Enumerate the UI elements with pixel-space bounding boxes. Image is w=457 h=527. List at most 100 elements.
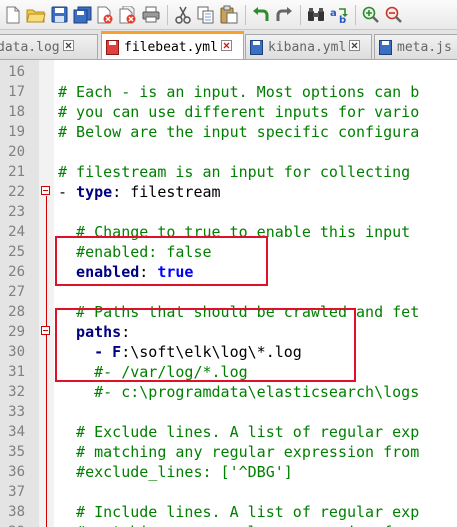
line-number: 28 xyxy=(8,304,25,320)
code-line[interactable]: 17 # Each - is an input. Most options can… xyxy=(0,82,457,102)
tab-kibana-yml[interactable]: kibana.yml xyxy=(245,34,372,59)
undo-icon[interactable] xyxy=(250,4,272,26)
code-text: # Paths that should be crawled and fet xyxy=(58,302,419,322)
code-line[interactable]: 16 xyxy=(0,62,457,82)
comment-token: # Paths that should be crawled and fet xyxy=(58,303,420,321)
line-number: 22 xyxy=(8,184,25,200)
code-line[interactable]: 38 # Include lines. A list of regular ex… xyxy=(0,502,457,522)
code-text: - type: filestream xyxy=(58,182,221,202)
code-text: #exclude_lines: ['^DBG'] xyxy=(58,462,293,482)
zoom-out-icon[interactable] xyxy=(383,4,405,26)
text-token: : filestream xyxy=(112,183,221,201)
code-line[interactable]: 24 # Change to true to enable this input xyxy=(0,222,457,242)
code-line[interactable]: 25 #enabled: false xyxy=(0,242,457,262)
line-number: 25 xyxy=(8,244,25,260)
line-number: 24 xyxy=(8,224,25,240)
tab-data-log[interactable]: data.log xyxy=(0,34,98,59)
tab-filebeat-yml[interactable]: filebeat.yml xyxy=(101,31,244,59)
line-number: 30 xyxy=(8,344,25,360)
paste-icon[interactable] xyxy=(218,4,240,26)
code-text: #enabled: false xyxy=(58,242,211,262)
print-icon[interactable] xyxy=(140,4,162,26)
code-line[interactable]: 23 xyxy=(0,202,457,222)
copy-icon[interactable] xyxy=(195,4,217,26)
code-line[interactable]: 18 # you can use different inputs for var… xyxy=(0,102,457,122)
line-number: 32 xyxy=(8,384,25,400)
code-line[interactable]: 37 xyxy=(0,482,457,502)
toolbar-separator xyxy=(300,4,301,25)
save-icon[interactable] xyxy=(48,4,70,26)
code-line[interactable]: 20 xyxy=(0,142,457,162)
line-number: 16 xyxy=(8,64,25,80)
redo-icon[interactable] xyxy=(273,4,295,26)
code-text: # matching any regular expression from xyxy=(58,522,419,527)
line-number: 37 xyxy=(8,484,25,500)
code-line[interactable]: 21 # filestream is an input for collectin… xyxy=(0,162,457,182)
code-line[interactable]: 31 #- /var/log/*.log xyxy=(0,362,457,382)
code-text: # Exclude lines. A list of regular exp xyxy=(58,422,419,442)
code-line[interactable]: 34 # Exclude lines. A list of regular ex… xyxy=(0,422,457,442)
code-text: # matching any regular expression from xyxy=(58,442,419,462)
key-token: enabled xyxy=(58,263,140,281)
code-line[interactable]: 35 # matching any regular expression fro… xyxy=(0,442,457,462)
comment-token: # you can use different inputs for vario xyxy=(58,103,420,121)
code-line[interactable]: 19 # Below are the input specific configu… xyxy=(0,122,457,142)
close-tab-icon[interactable] xyxy=(62,40,74,55)
line-number: 31 xyxy=(8,364,25,380)
line-number: 29 xyxy=(8,324,25,340)
tab-label: meta.js xyxy=(397,40,452,55)
line-number: 39 xyxy=(0,522,25,527)
key-token: - F xyxy=(94,343,122,361)
comment-token: # Include lines. A list of regular exp xyxy=(58,503,420,521)
line-number: 19 xyxy=(8,124,25,140)
find-icon[interactable] xyxy=(305,4,327,26)
comment-token: #- c:\programdata\elasticsearch\logs xyxy=(58,383,420,401)
toolbar-separator xyxy=(355,4,356,25)
replace-icon[interactable]: ab xyxy=(328,4,350,26)
code-text: #- /var/log/*.log xyxy=(58,362,248,382)
comment-token: #exclude_lines: ['^DBG'] xyxy=(58,463,293,481)
close-tab-icon[interactable] xyxy=(349,40,361,55)
text-token: : xyxy=(121,323,131,341)
code-line[interactable]: 36 #exclude_lines: ['^DBG'] xyxy=(0,462,457,482)
code-text: paths: xyxy=(58,322,130,342)
close-tab-icon[interactable] xyxy=(220,40,232,55)
cut-icon[interactable] xyxy=(172,4,194,26)
save-all-icon[interactable] xyxy=(71,4,93,26)
line-number: 26 xyxy=(8,264,25,280)
comment-token: #- /var/log/*.log xyxy=(58,363,248,381)
line-number: 33 xyxy=(8,404,25,420)
code-line[interactable]: 30 - F:\soft\elk\log\*.log xyxy=(0,342,457,362)
code-text: # Include lines. A list of regular exp xyxy=(58,502,419,522)
code-line[interactable]: 26 enabled: true xyxy=(0,262,457,282)
editor[interactable]: 16 17 # Each - is an input. Most options c… xyxy=(0,60,457,527)
code-text: # Below are the input specific configura xyxy=(58,122,419,142)
code-line[interactable]: 39 # matching any regular expression fro… xyxy=(0,522,457,527)
open-file-icon[interactable] xyxy=(25,4,47,26)
line-number: 27 xyxy=(8,284,25,300)
comment-token: # matching any regular expression from xyxy=(58,443,420,461)
comment-token: # matching any regular expression from xyxy=(58,523,419,527)
code-line[interactable]: 33 xyxy=(0,402,457,422)
code-line[interactable]: 32 #- c:\programdata\elasticsearch\logs xyxy=(0,382,457,402)
code-line[interactable]: 27 xyxy=(0,282,457,302)
key-token: paths xyxy=(58,323,122,341)
close-icon[interactable] xyxy=(94,4,116,26)
close-all-icon[interactable] xyxy=(117,4,139,26)
line-number: 23 xyxy=(8,204,25,220)
tab-meta-js[interactable]: meta.js xyxy=(374,34,457,59)
text-token: : xyxy=(139,263,158,281)
code-line[interactable]: 22 - type: filestream xyxy=(0,182,457,202)
zoom-in-icon[interactable] xyxy=(360,4,382,26)
code-line[interactable]: 29 paths: xyxy=(0,322,457,342)
tab-label: filebeat.yml xyxy=(124,40,218,55)
new-file-icon[interactable] xyxy=(2,4,24,26)
line-number: 18 xyxy=(8,104,25,120)
code-line[interactable]: 28 # Paths that should be crawled and fe… xyxy=(0,302,457,322)
toolbar-separator xyxy=(245,4,246,25)
toolbar-separator xyxy=(167,4,168,25)
line-number: 21 xyxy=(8,164,25,180)
line-number: 17 xyxy=(8,84,25,100)
line-number: 38 xyxy=(8,504,25,520)
